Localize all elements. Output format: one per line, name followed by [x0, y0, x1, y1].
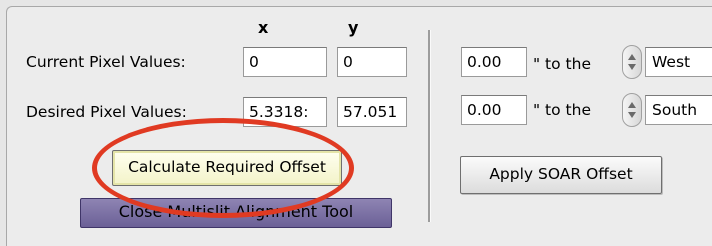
close-multislit-alignment-tool-button[interactable]: Close Multislit Alignment Tool: [80, 198, 392, 228]
x-column-header: x: [258, 18, 269, 37]
spinner-up-icon[interactable]: [628, 102, 636, 108]
south-direction-spinner[interactable]: [622, 93, 642, 127]
desired-y-input[interactable]: 57.051: [337, 97, 407, 127]
south-offset-input[interactable]: 0.00: [461, 95, 527, 125]
calculate-required-offset-button[interactable]: Calculate Required Offset: [112, 150, 342, 186]
west-direction-spinner[interactable]: [622, 45, 642, 79]
desired-x-input[interactable]: 5.3318:: [243, 97, 327, 127]
spinner-down-icon[interactable]: [628, 64, 636, 70]
spinner-down-icon[interactable]: [628, 112, 636, 118]
desired-pixel-values-label: Desired Pixel Values:: [26, 103, 187, 121]
west-direction-field[interactable]: West: [645, 47, 712, 77]
current-x-input[interactable]: 0: [243, 47, 327, 77]
apply-soar-offset-button[interactable]: Apply SOAR Offset: [460, 156, 662, 194]
current-y-input[interactable]: 0: [337, 47, 407, 77]
west-offset-suffix: " to the: [533, 55, 591, 73]
south-direction-field[interactable]: South: [645, 95, 712, 125]
y-column-header: y: [348, 18, 359, 37]
west-offset-input[interactable]: 0.00: [461, 47, 527, 77]
south-offset-suffix: " to the: [533, 101, 591, 119]
vertical-divider: [428, 30, 431, 222]
current-pixel-values-label: Current Pixel Values:: [26, 53, 186, 71]
spinner-up-icon[interactable]: [628, 54, 636, 60]
